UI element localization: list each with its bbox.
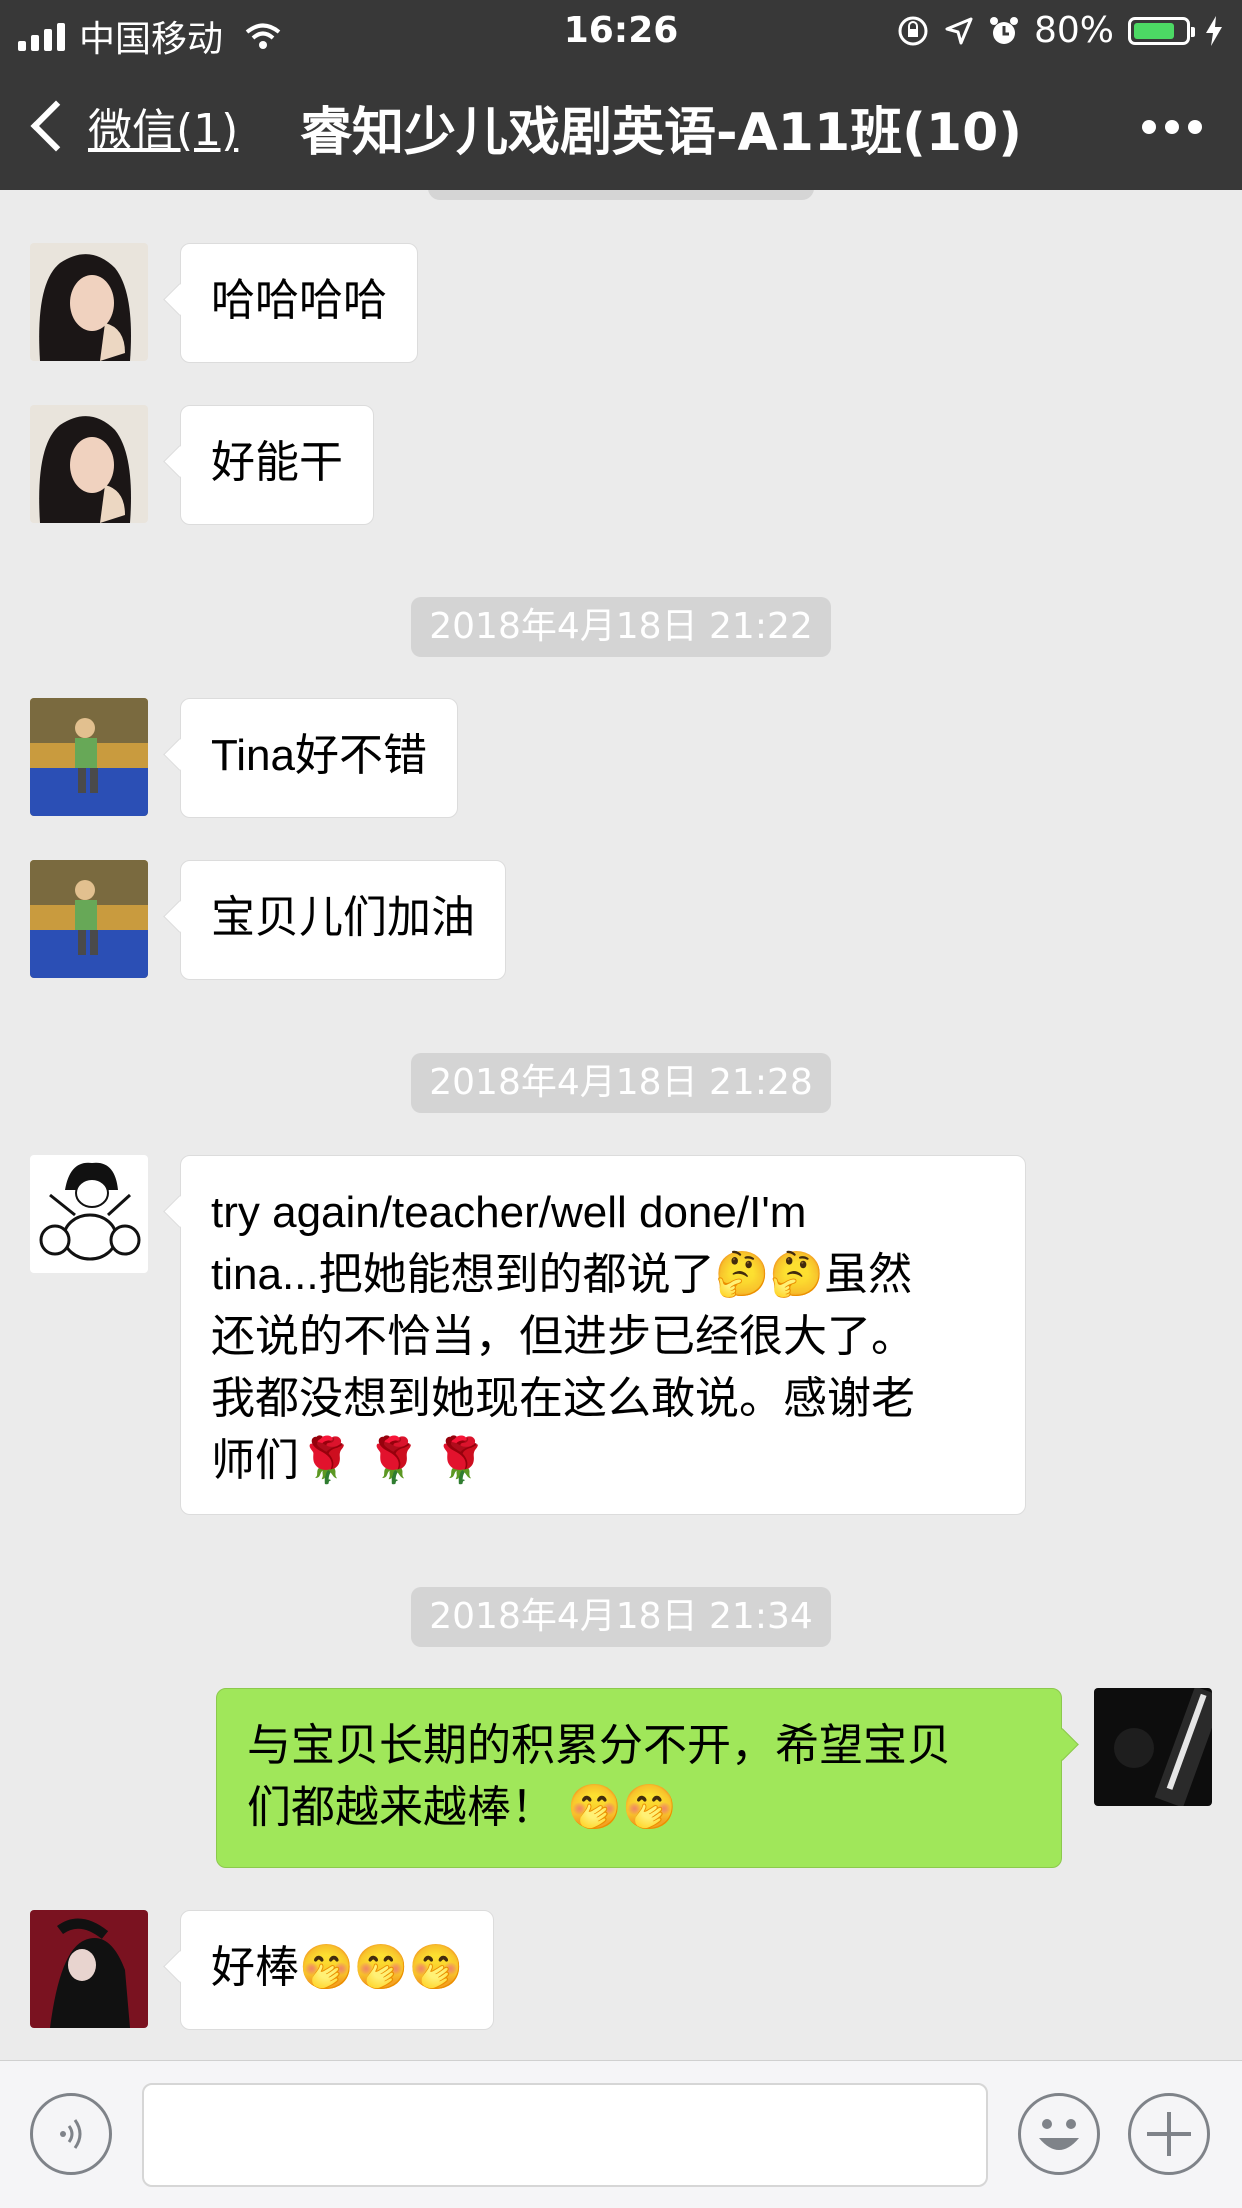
message-line: 们都越来越棒！ 🤭🤭: [247, 1783, 677, 1832]
timestamp: 2018年4月18日 21:34: [0, 1587, 1242, 1647]
location-icon: [945, 17, 973, 44]
message-line: 师们🌹 🌹 🌹: [211, 1436, 488, 1485]
previous-timestamp-edge: [428, 190, 814, 200]
avatar[interactable]: [30, 860, 148, 978]
message-row: 好棒🤭🤭🤭: [0, 1910, 1242, 2030]
chat-scroll-area[interactable]: 哈哈哈哈 好能干 2018年4月18日 21:22 Tina好不错 宝贝儿们加油…: [0, 190, 1242, 2060]
plus-icon: [1147, 2112, 1191, 2156]
message-text: Tina好不错: [211, 731, 427, 780]
nav-bar: 微信(1) 睿知少儿戏剧英语-A11班(10): [0, 60, 1242, 190]
message-line: try again/teacher/well done/I'm: [211, 1188, 807, 1237]
message-text: 哈哈哈哈: [211, 276, 387, 325]
back-label: 微信(1): [88, 105, 239, 156]
voice-button[interactable]: [30, 2093, 112, 2175]
chat-title: 睿知少儿戏剧英语-A11班(10): [299, 103, 1023, 163]
chevron-left-icon: [30, 100, 82, 152]
plus-button[interactable]: [1128, 2093, 1210, 2175]
avatar[interactable]: [30, 1910, 148, 2028]
message-bubble[interactable]: Tina好不错: [180, 698, 458, 818]
timestamp-label: 2018年4月18日 21:28: [411, 1053, 831, 1113]
charging-icon: [1206, 15, 1222, 46]
more-button[interactable]: [1142, 120, 1202, 134]
battery-fill: [1134, 22, 1174, 39]
battery-icon: [1128, 16, 1195, 45]
avatar[interactable]: [1094, 1688, 1212, 1806]
status-bar: 中国移动 16:26 80%: [0, 0, 1242, 60]
message-bubble[interactable]: try again/teacher/well done/I'm tina...把…: [180, 1155, 1026, 1515]
message-row: Tina好不错: [0, 698, 1242, 818]
avatar[interactable]: [30, 1155, 148, 1273]
message-row: 宝贝儿们加油: [0, 860, 1242, 980]
emoji-button[interactable]: [1018, 2093, 1100, 2175]
message-line: 还说的不恰当，但进步已经很大了。: [211, 1312, 915, 1361]
alarm-icon: [989, 16, 1018, 44]
message-bubble[interactable]: 好能干: [180, 405, 374, 525]
message-row: 与宝贝长期的积累分不开，希望宝贝 们都越来越棒！ 🤭🤭: [0, 1688, 1242, 1868]
message-line: 我都没想到她现在这么敢说。感谢老: [211, 1374, 915, 1423]
more-dot: [1142, 120, 1156, 134]
rotation-lock-icon: [898, 16, 928, 45]
message-bubble[interactable]: 宝贝儿们加油: [180, 860, 506, 980]
back-button[interactable]: 微信(1): [28, 94, 238, 158]
input-bar: [0, 2060, 1242, 2208]
more-dot: [1165, 120, 1179, 134]
message-bubble[interactable]: 哈哈哈哈: [180, 243, 418, 363]
battery-percent: 80%: [1033, 10, 1114, 51]
message-text: 宝贝儿们加油: [211, 893, 475, 942]
message-bubble-outgoing[interactable]: 与宝贝长期的积累分不开，希望宝贝 们都越来越棒！ 🤭🤭: [216, 1688, 1062, 1868]
message-line: 与宝贝长期的积累分不开，希望宝贝: [247, 1721, 951, 1770]
top-bar: 中国移动 16:26 80% 微信(1) 睿知少儿戏剧英语-A11班(10): [0, 0, 1242, 190]
message-text: 好能干: [211, 438, 343, 487]
avatar[interactable]: [30, 243, 148, 361]
voice-icon: [60, 2119, 82, 2149]
timestamp-label: 2018年4月18日 21:34: [411, 1587, 831, 1647]
avatar[interactable]: [30, 405, 148, 523]
timestamp: 2018年4月18日 21:22: [0, 597, 1242, 657]
smiley-icon: [1039, 2119, 1079, 2150]
timestamp-label: 2018年4月18日 21:22: [411, 597, 831, 657]
timestamp: 2018年4月18日 21:28: [0, 1053, 1242, 1113]
avatar[interactable]: [30, 698, 148, 816]
message-row: try again/teacher/well done/I'm tina...把…: [0, 1155, 1242, 1515]
message-bubble[interactable]: 好棒🤭🤭🤭: [180, 1910, 495, 2030]
message-row: 好能干: [0, 405, 1242, 525]
message-input[interactable]: [142, 2083, 988, 2187]
message-line: tina...把她能想到的都说了🤔🤔虽然: [211, 1250, 913, 1299]
message-row: 哈哈哈哈: [0, 243, 1242, 363]
message-text: 好棒🤭🤭🤭: [211, 1943, 464, 1992]
more-dot: [1188, 120, 1202, 134]
